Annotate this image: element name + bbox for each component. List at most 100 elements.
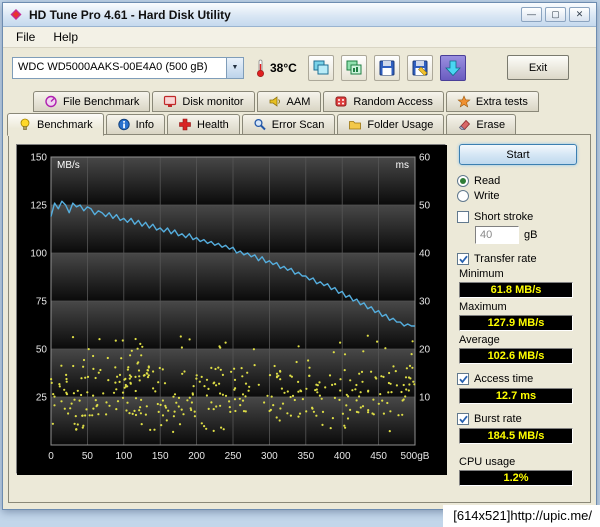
tab-random-access[interactable]: Random Access: [323, 91, 444, 112]
burst-rate-label: Burst rate: [474, 413, 522, 425]
svg-text:100: 100: [30, 249, 47, 260]
save-results-button[interactable]: [406, 54, 433, 81]
tab-benchmark[interactable]: Benchmark: [7, 113, 104, 136]
tab-aam[interactable]: AAM: [256, 91, 322, 112]
copy-results-button[interactable]: [340, 54, 367, 81]
tab-label: Folder Usage: [367, 118, 434, 131]
menu-bar: File Help: [3, 27, 596, 48]
minimum-value: 61.8 MB/s: [459, 282, 573, 298]
tab-info[interactable]: Info: [105, 114, 165, 135]
temperature-value: 38°C: [270, 60, 297, 75]
copy-results-icon: [346, 60, 362, 74]
window-title: HD Tune Pro 4.61 - Hard Disk Utility: [29, 7, 231, 22]
svg-text:200: 200: [188, 451, 205, 462]
drive-select[interactable]: WDC WD5000AAKS-00E4A0 (500 gB) ▼: [12, 56, 244, 79]
svg-text:60: 60: [419, 153, 431, 164]
tab-label: Disk monitor: [182, 95, 244, 108]
svg-text:450: 450: [370, 451, 387, 462]
svg-text:75: 75: [36, 297, 48, 308]
menu-help[interactable]: Help: [44, 28, 87, 46]
cpu-usage-value: 1.2%: [459, 470, 573, 486]
svg-text:MB/s: MB/s: [57, 160, 80, 171]
write-radio[interactable]: Write: [457, 190, 583, 202]
write-label: Write: [474, 190, 500, 202]
tab-row-secondary: File Benchmark Disk monitor AAM Random A…: [29, 91, 596, 112]
app-icon: [10, 8, 22, 21]
thermometer-icon: [256, 59, 265, 77]
lamp-icon: [20, 118, 30, 130]
access-time-value: 12.7 ms: [459, 388, 573, 404]
short-stroke-size-input[interactable]: 40: [475, 226, 519, 244]
maximize-icon[interactable]: ▢: [545, 7, 566, 22]
start-button[interactable]: Start: [459, 144, 577, 165]
radio-selected-icon: [457, 175, 469, 187]
radio-unselected-icon: [457, 190, 469, 202]
svg-text:125: 125: [30, 201, 47, 212]
burst-rate-checkbox[interactable]: Burst rate: [457, 413, 583, 425]
title-bar: HD Tune Pro 4.61 - Hard Disk Utility — ▢…: [3, 3, 596, 27]
svg-text:500gB: 500gB: [401, 451, 430, 462]
eraser-icon: [459, 119, 471, 131]
save-screenshot-button[interactable]: [373, 54, 400, 81]
svg-text:400: 400: [334, 451, 351, 462]
exit-button[interactable]: Exit: [507, 55, 569, 80]
cpu-usage-label: CPU usage: [459, 456, 516, 468]
download-arrow-icon: [444, 60, 461, 76]
copy-screenshot-button[interactable]: [307, 54, 334, 81]
short-stroke-checkbox[interactable]: Short stroke: [457, 211, 583, 223]
svg-text:150: 150: [30, 153, 47, 164]
tab-label: Random Access: [353, 95, 433, 108]
average-label: Average: [459, 334, 500, 346]
benchmark-chart-svg: 25 50 75 100 125 150 10 20 30 40 50 60 0 50 100 150 200 2…: [17, 145, 447, 475]
svg-text:150: 150: [152, 451, 169, 462]
access-time-checkbox[interactable]: Access time: [457, 373, 583, 385]
svg-text:100: 100: [115, 451, 132, 462]
tab-label: Info: [135, 118, 154, 131]
read-label: Read: [474, 175, 501, 187]
access-time-label: Access time: [474, 373, 534, 385]
maximum-value: 127.9 MB/s: [459, 315, 573, 331]
short-stroke-unit-label: gB: [524, 229, 538, 241]
watermark: [614x521]http://upic.me/: [443, 505, 600, 527]
save-results-icon: [412, 60, 428, 76]
speaker-icon: [269, 96, 280, 107]
tab-label: Benchmark: [37, 118, 93, 131]
svg-text:40: 40: [419, 249, 431, 260]
chevron-down-icon[interactable]: ▼: [226, 57, 243, 78]
benchmark-chart: 25 50 75 100 125 150 10 20 30 40 50 60 0 50 100 150 200 2…: [16, 144, 447, 475]
svg-text:50: 50: [419, 201, 431, 212]
benchmark-side-panel: Start Read Write Short stroke 40 gB Tran…: [457, 144, 583, 489]
tab-label: Health: [197, 118, 229, 131]
burst-rate-value: 184.5 MB/s: [459, 428, 573, 444]
tab-label: File Benchmark: [63, 95, 140, 108]
short-stroke-label: Short stroke: [474, 211, 534, 223]
svg-text:300: 300: [261, 451, 278, 462]
svg-text:20: 20: [419, 345, 431, 356]
tab-health[interactable]: Health: [167, 114, 240, 135]
tab-disk-monitor[interactable]: Disk monitor: [152, 91, 255, 112]
extra-tests-icon: [457, 95, 471, 108]
magnifier-icon: [254, 118, 266, 131]
drive-select-value: WDC WD5000AAKS-00E4A0 (500 gB): [18, 60, 208, 73]
svg-text:50: 50: [36, 345, 48, 356]
svg-text:250: 250: [225, 451, 242, 462]
short-stroke-size-row: 40 gB: [475, 226, 583, 244]
minimize-icon[interactable]: —: [521, 7, 542, 22]
average-value: 102.6 MB/s: [459, 348, 573, 364]
save-screenshot-icon: [379, 60, 395, 75]
tab-erase[interactable]: Erase: [446, 114, 517, 135]
close-icon[interactable]: ✕: [569, 7, 590, 22]
svg-text:50: 50: [82, 451, 94, 462]
minimum-label: Minimum: [459, 268, 504, 280]
tab-extra-tests[interactable]: Extra tests: [445, 91, 539, 112]
tab-error-scan[interactable]: Error Scan: [241, 114, 336, 135]
menu-file[interactable]: File: [7, 28, 44, 46]
tab-file-benchmark[interactable]: File Benchmark: [33, 91, 151, 112]
read-radio[interactable]: Read: [457, 175, 583, 187]
transfer-rate-label: Transfer rate: [474, 253, 537, 265]
update-button[interactable]: [439, 54, 466, 81]
transfer-rate-checkbox[interactable]: Transfer rate: [457, 253, 583, 265]
tab-label: Extra tests: [475, 95, 528, 108]
disk-monitor-icon: [164, 95, 177, 107]
tab-folder-usage[interactable]: Folder Usage: [337, 114, 445, 135]
